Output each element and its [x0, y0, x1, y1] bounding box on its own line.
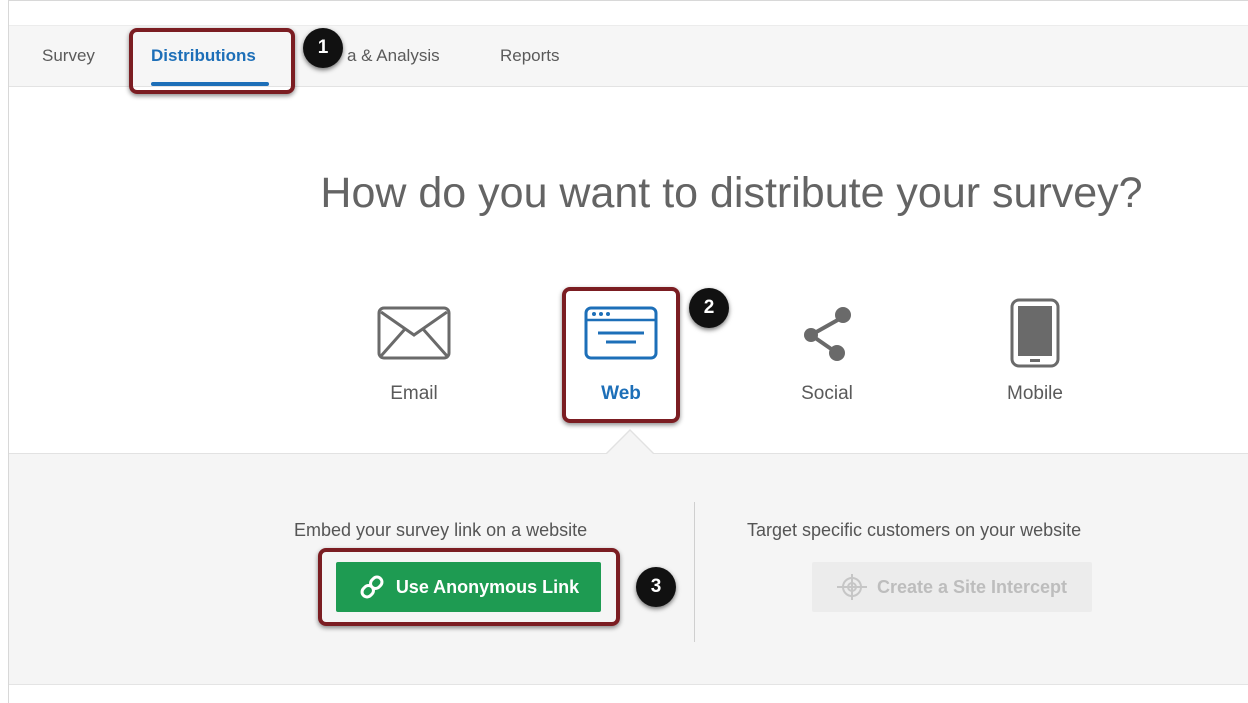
method-mobile[interactable]: Mobile — [960, 293, 1110, 405]
share-icon — [804, 307, 851, 361]
tab-reports[interactable]: Reports — [500, 46, 560, 66]
page-title: How do you want to distribute your surve… — [320, 169, 1143, 217]
callout-number-3: 3 — [636, 567, 676, 607]
method-social[interactable]: Social — [752, 293, 902, 405]
callout-highlight-web — [562, 287, 680, 423]
method-email[interactable]: Email — [339, 293, 489, 405]
envelope-icon — [377, 306, 451, 360]
create-site-intercept-button[interactable]: Create a Site Intercept — [812, 562, 1092, 612]
callout-highlight-distributions — [129, 28, 295, 94]
method-label-social: Social — [801, 383, 853, 404]
callout-number-2: 2 — [689, 288, 729, 328]
tab-data-analysis[interactable]: a & Analysis — [347, 46, 440, 66]
method-label-email: Email — [390, 383, 438, 404]
mobile-phone-icon — [1010, 298, 1060, 368]
target-caption: Target specific customers on your websit… — [747, 520, 1082, 540]
distributions-page: Survey Distributions a & Analysis Report… — [8, 0, 1248, 703]
create-site-intercept-label: Create a Site Intercept — [876, 576, 1068, 597]
method-label-mobile: Mobile — [1007, 383, 1063, 404]
embed-caption: Embed your survey link on a website — [294, 520, 588, 540]
panel-divider — [694, 502, 695, 642]
crosshair-icon — [836, 574, 867, 600]
panel-pointer — [606, 431, 654, 455]
callout-highlight-anonymous-link — [318, 548, 620, 626]
callout-number-1: 1 — [303, 28, 343, 68]
tab-survey[interactable]: Survey — [42, 46, 95, 66]
web-options-panel: Embed your survey link on a website Use … — [9, 453, 1248, 685]
